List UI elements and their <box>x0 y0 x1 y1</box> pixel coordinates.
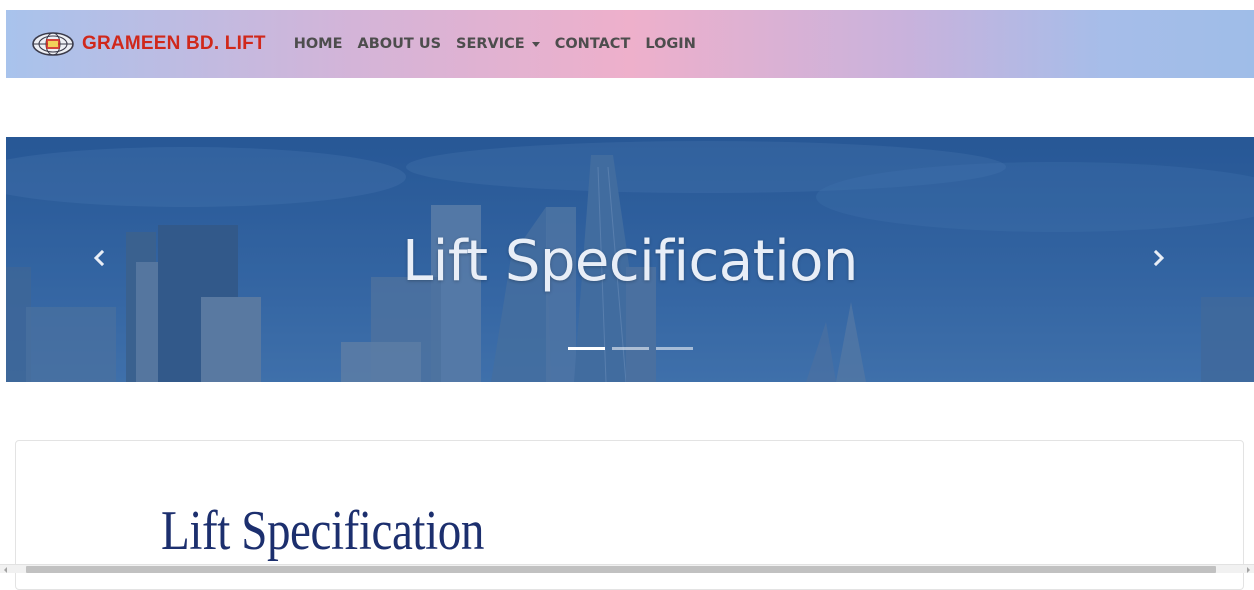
nav-about-us[interactable]: ABOUT US <box>358 36 442 52</box>
carousel-indicator-3[interactable] <box>656 347 693 350</box>
top-navbar: GRAMEEN BD. LIFT HOME ABOUT US SERVICE C… <box>6 10 1254 78</box>
brand-link[interactable]: GRAMEEN BD. LIFT <box>31 10 266 78</box>
hero-carousel: Lift Specification <box>6 137 1254 382</box>
nav-contact[interactable]: CONTACT <box>555 36 631 52</box>
main-menu: HOME ABOUT US SERVICE CONTACT LOGIN <box>294 10 711 78</box>
scrollbar-thumb[interactable] <box>26 566 1216 573</box>
nav-home[interactable]: HOME <box>294 36 343 52</box>
globe-elevator-logo-icon <box>32 32 74 56</box>
nav-login[interactable]: LOGIN <box>645 36 695 52</box>
horizontal-scrollbar[interactable] <box>0 564 1254 573</box>
brand-name: GRAMEEN BD. LIFT <box>82 33 266 54</box>
carousel-indicator-1[interactable] <box>568 347 605 350</box>
carousel-prev-button[interactable] <box>84 243 114 273</box>
scroll-left-icon[interactable] <box>4 567 7 573</box>
carousel-next-button[interactable] <box>1144 243 1174 273</box>
carousel-indicators <box>568 347 700 350</box>
chevron-left-icon <box>93 249 105 267</box>
nav-service-dropdown[interactable]: SERVICE <box>456 36 540 52</box>
section-heading: Lift Specification <box>161 500 484 562</box>
chevron-right-icon <box>1153 249 1165 267</box>
scroll-right-icon[interactable] <box>1247 567 1250 573</box>
caret-down-icon <box>531 41 540 47</box>
carousel-indicator-2[interactable] <box>612 347 649 350</box>
hero-title: Lift Specification <box>402 229 858 294</box>
